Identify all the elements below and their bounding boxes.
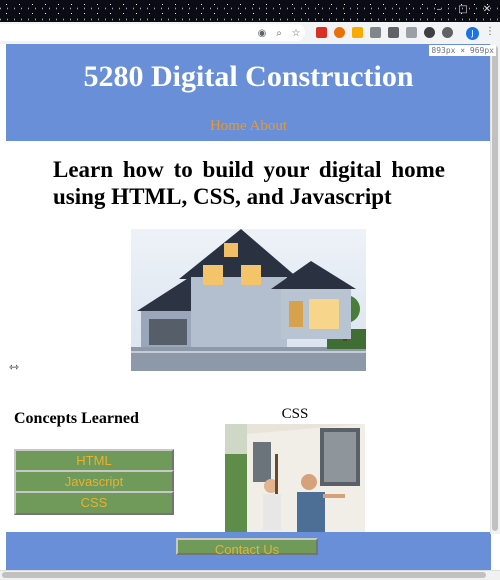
main-nav: Home About: [6, 118, 491, 135]
site-header: 5280 Digital Construction Home About: [6, 44, 491, 141]
maximize-icon[interactable]: □: [456, 4, 470, 16]
vertical-scrollbar[interactable]: [490, 44, 500, 534]
page-headline: Learn how to build your digital home usi…: [53, 157, 445, 209]
extension-icon[interactable]: [370, 27, 381, 38]
css-button[interactable]: CSS: [14, 491, 174, 515]
extension-icon[interactable]: [424, 27, 435, 38]
resize-cursor-icon: ⇿: [9, 360, 20, 374]
extension-icon[interactable]: [316, 27, 327, 38]
extension-icon[interactable]: [442, 27, 453, 38]
viewport-size-indicator: 893px × 969px: [429, 45, 496, 56]
browser-toolbar: ◉ ⌕ ☆ ⋮: [0, 22, 500, 45]
concepts-heading: Concepts Learned: [14, 410, 139, 427]
extension-icon[interactable]: [406, 27, 417, 38]
minimize-icon[interactable]: –: [432, 4, 446, 16]
site-settings-icon[interactable]: ◉: [256, 28, 268, 40]
horizontal-scrollbar[interactable]: [0, 570, 500, 580]
scrollbar-thumb[interactable]: [2, 572, 486, 578]
scrollbar-thumb[interactable]: [492, 46, 498, 531]
extension-icon[interactable]: [352, 27, 363, 38]
web-page: 5280 Digital Construction Home About Lea…: [6, 44, 491, 580]
bookmark-star-icon[interactable]: ☆: [290, 28, 302, 40]
profile-avatar[interactable]: J: [466, 27, 479, 40]
zoom-icon[interactable]: ⌕: [273, 28, 285, 40]
close-icon[interactable]: ✕: [480, 4, 494, 16]
address-bar[interactable]: ◉ ⌕ ☆: [0, 24, 305, 41]
extension-icon[interactable]: [388, 27, 399, 38]
browser-title-bar: – □ ✕: [0, 0, 500, 22]
css-painting-image: [225, 424, 365, 534]
hero-house-image: [131, 229, 366, 371]
extension-icon[interactable]: [334, 27, 345, 38]
page-viewport: 5280 Digital Construction Home About Lea…: [0, 44, 500, 580]
featured-caption: CSS: [281, 406, 309, 422]
site-title: 5280 Digital Construction: [83, 60, 414, 93]
contact-us-button[interactable]: Contact Us: [176, 538, 318, 557]
menu-dots-icon[interactable]: ⋮: [484, 26, 496, 38]
nav-link-home[interactable]: Home: [210, 118, 247, 134]
nav-link-about[interactable]: About: [250, 118, 288, 134]
site-footer: Contact Us: [6, 532, 491, 570]
